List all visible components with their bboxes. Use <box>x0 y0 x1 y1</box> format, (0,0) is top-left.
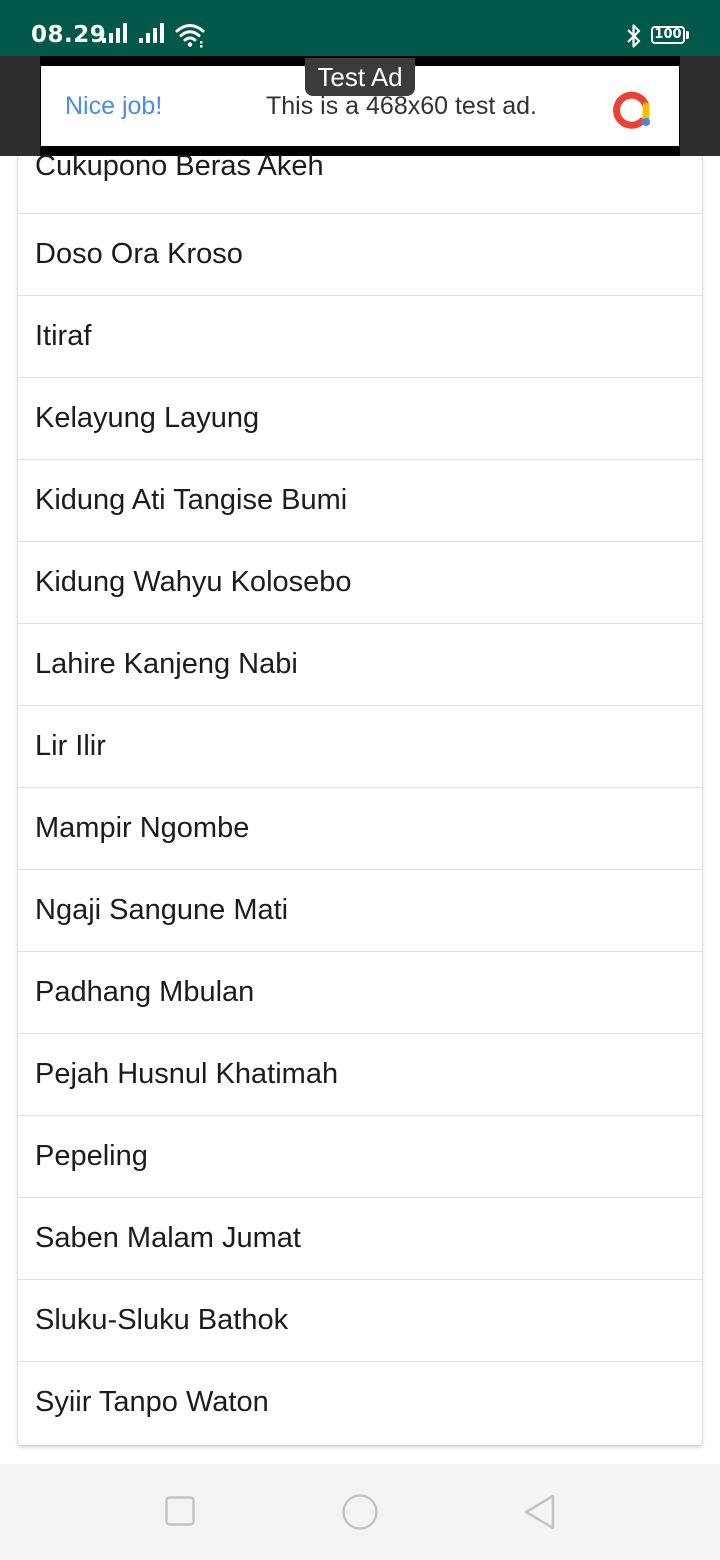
admob-logo-icon <box>612 85 656 134</box>
list-item[interactable]: Lir Ilir <box>18 706 702 788</box>
list-item-label: Mampir Ngombe <box>35 812 250 844</box>
ad-text: This is a 468x60 test ad. <box>266 92 537 120</box>
song-list: Cukupono Beras Akeh Doso Ora Kroso Itira… <box>17 150 703 1446</box>
list-item-label: Lir Ilir <box>35 730 106 762</box>
list-item[interactable]: Sluku-Sluku Bathok <box>18 1280 702 1362</box>
list-item[interactable]: Kidung Wahyu Kolosebo <box>18 542 702 624</box>
ad-cta[interactable]: Nice job! <box>65 92 162 121</box>
list-item-label: Syiir Tanpo Waton <box>35 1386 269 1418</box>
list-item-label: Kidung Wahyu Kolosebo <box>35 566 352 598</box>
back-icon[interactable] <box>521 1494 559 1535</box>
list-item[interactable]: Mampir Ngombe <box>18 788 702 870</box>
list-item-label: Sluku-Sluku Bathok <box>35 1304 289 1336</box>
status-time: 08.29 <box>31 22 107 48</box>
list-item-label: Saben Malam Jumat <box>35 1222 301 1254</box>
list-item[interactable]: Itiraf <box>18 296 702 378</box>
list-item-label: Itiraf <box>35 320 92 352</box>
list-item[interactable]: Lahire Kanjeng Nabi <box>18 624 702 706</box>
list-item-label: Doso Ora Kroso <box>35 238 243 270</box>
list-item[interactable]: Ngaji Sangune Mati <box>18 870 702 952</box>
list-item-label: Padhang Mbulan <box>35 976 255 1008</box>
navigation-bar <box>0 1464 720 1560</box>
list-item[interactable]: Padhang Mbulan <box>18 952 702 1034</box>
list-item[interactable]: Kidung Ati Tangise Bumi <box>18 460 702 542</box>
list-item[interactable]: Syiir Tanpo Waton <box>18 1362 702 1444</box>
list-item-label: Kelayung Layung <box>35 402 260 434</box>
list-item[interactable]: Cukupono Beras Akeh <box>18 132 702 214</box>
list-item[interactable]: Kelayung Layung <box>18 378 702 460</box>
list-item-label: Pejah Husnul Khatimah <box>35 1058 339 1090</box>
list-item-label: Lahire Kanjeng Nabi <box>35 648 298 680</box>
list-item-label: Cukupono Beras Akeh <box>35 150 324 182</box>
list-item[interactable]: Doso Ora Kroso <box>18 214 702 296</box>
status-bar: 08.29 100 <box>0 0 720 56</box>
signal-icon <box>139 23 169 50</box>
home-icon[interactable] <box>341 1494 379 1535</box>
list-item[interactable]: Saben Malam Jumat <box>18 1198 702 1280</box>
bluetooth-icon <box>625 22 643 55</box>
list-item[interactable]: Pejah Husnul Khatimah <box>18 1034 702 1116</box>
battery-tip <box>686 31 689 39</box>
test-ad-badge: Test Ad <box>305 58 415 96</box>
list-item-label: Kidung Ati Tangise Bumi <box>35 484 348 516</box>
list-item-label: Ngaji Sangune Mati <box>35 894 289 926</box>
list-item[interactable]: Pepeling <box>18 1116 702 1198</box>
wifi-icon <box>175 23 207 54</box>
signal-icon <box>102 23 132 50</box>
recent-apps-icon[interactable] <box>165 1496 195 1531</box>
list-item-label: Pepeling <box>35 1140 148 1172</box>
battery-icon: 100 <box>651 26 685 44</box>
